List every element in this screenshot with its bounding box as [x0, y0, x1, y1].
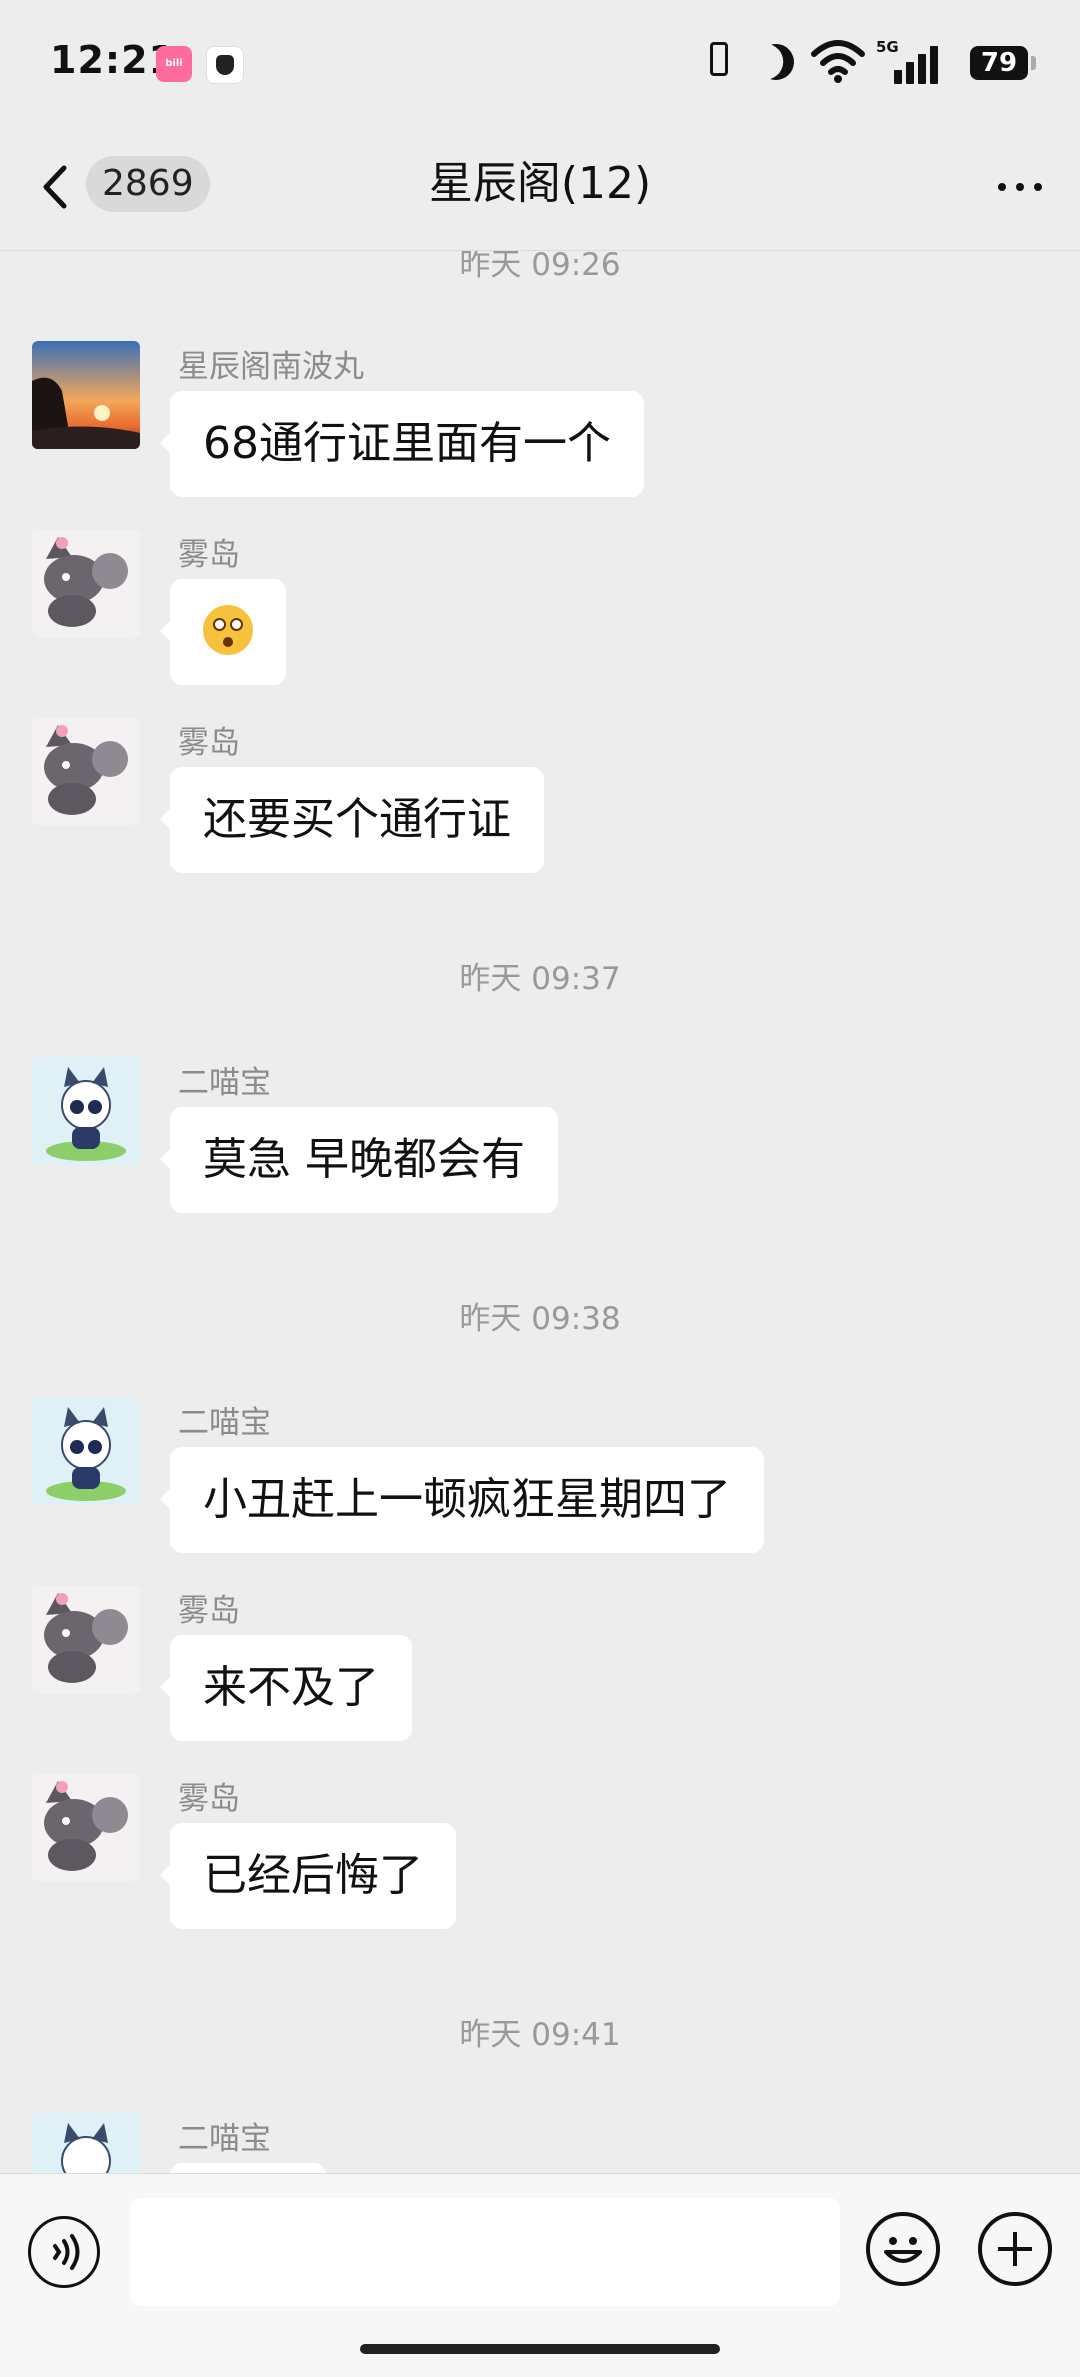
sunset-avatar[interactable]: [32, 341, 140, 449]
timestamp: 昨天 09:26: [459, 251, 621, 283]
sender-name: 二喵宝: [178, 2121, 271, 2157]
more-functions-button[interactable]: [978, 2212, 1052, 2286]
dot-icon: [1034, 183, 1042, 191]
message-bubble[interactable]: 小丑赶上一顿疯狂星期四了: [160, 1447, 764, 1553]
do-not-disturb-icon: [753, 39, 799, 85]
sender-name: 雾岛: [178, 725, 240, 761]
more-options-button[interactable]: [990, 172, 1050, 202]
sender-name: 雾岛: [178, 1593, 240, 1629]
gray-cat-avatar[interactable]: [32, 1773, 140, 1881]
message-bubble[interactable]: 还要买个通行证: [160, 767, 544, 873]
dot-icon: [1016, 183, 1024, 191]
emoji-button[interactable]: [866, 2212, 940, 2286]
message-bubble[interactable]: 来不及了: [160, 1635, 412, 1741]
home-indicator[interactable]: [360, 2344, 720, 2354]
flushed-face-emoji: [203, 605, 253, 655]
voice-input-button[interactable]: [28, 2216, 100, 2288]
chat-header: 2869 星辰阁(12): [0, 120, 1080, 251]
vibrate-icon: [710, 42, 728, 76]
timestamp: 昨天 09:41: [459, 2017, 621, 2053]
sender-name: 二喵宝: [178, 1405, 271, 1441]
anime-cat-avatar[interactable]: [32, 2113, 140, 2173]
message-bubble[interactable]: 68通行证里面有一个: [160, 391, 644, 497]
sender-name: 雾岛: [178, 1781, 240, 1817]
dot-icon: [998, 183, 1006, 191]
sender-name: 雾岛: [178, 537, 240, 573]
sender-name: 二喵宝: [178, 1065, 271, 1101]
sender-name: 星辰阁南波丸: [178, 349, 364, 385]
anime-cat-avatar[interactable]: [32, 1397, 140, 1505]
smile-icon: [884, 2237, 922, 2263]
timestamp: 昨天 09:37: [459, 961, 621, 997]
message-bubble[interactable]: [170, 2163, 326, 2173]
message-input[interactable]: [130, 2198, 840, 2306]
message-bubble[interactable]: 莫急 早晚都会有: [160, 1107, 558, 1213]
page-title: 星辰阁(12): [428, 158, 652, 209]
voice-icon: [53, 2234, 80, 2270]
message-bubble[interactable]: [160, 579, 286, 685]
anime-cat-avatar[interactable]: [32, 1057, 140, 1165]
wifi-icon: [811, 40, 865, 83]
app-icon: [206, 46, 244, 84]
input-bar: [0, 2173, 1080, 2377]
gray-cat-avatar[interactable]: [32, 529, 140, 637]
message-bubble[interactable]: 已经后悔了: [160, 1823, 456, 1929]
message-list[interactable]: 昨天 09:26 星辰阁南波丸 68通行证里面有一个 雾岛 雾岛 还要买个通行证…: [0, 251, 1080, 2173]
gray-cat-avatar[interactable]: [32, 1585, 140, 1693]
gray-cat-avatar[interactable]: [32, 717, 140, 825]
timestamp: 昨天 09:38: [459, 1301, 621, 1337]
signal-icon: 5G: [876, 38, 940, 84]
bilibili-icon: bili: [156, 46, 192, 82]
status-bar: 12:21 bili 5G 79: [0, 0, 1080, 120]
battery-indicator: 79: [970, 46, 1036, 80]
